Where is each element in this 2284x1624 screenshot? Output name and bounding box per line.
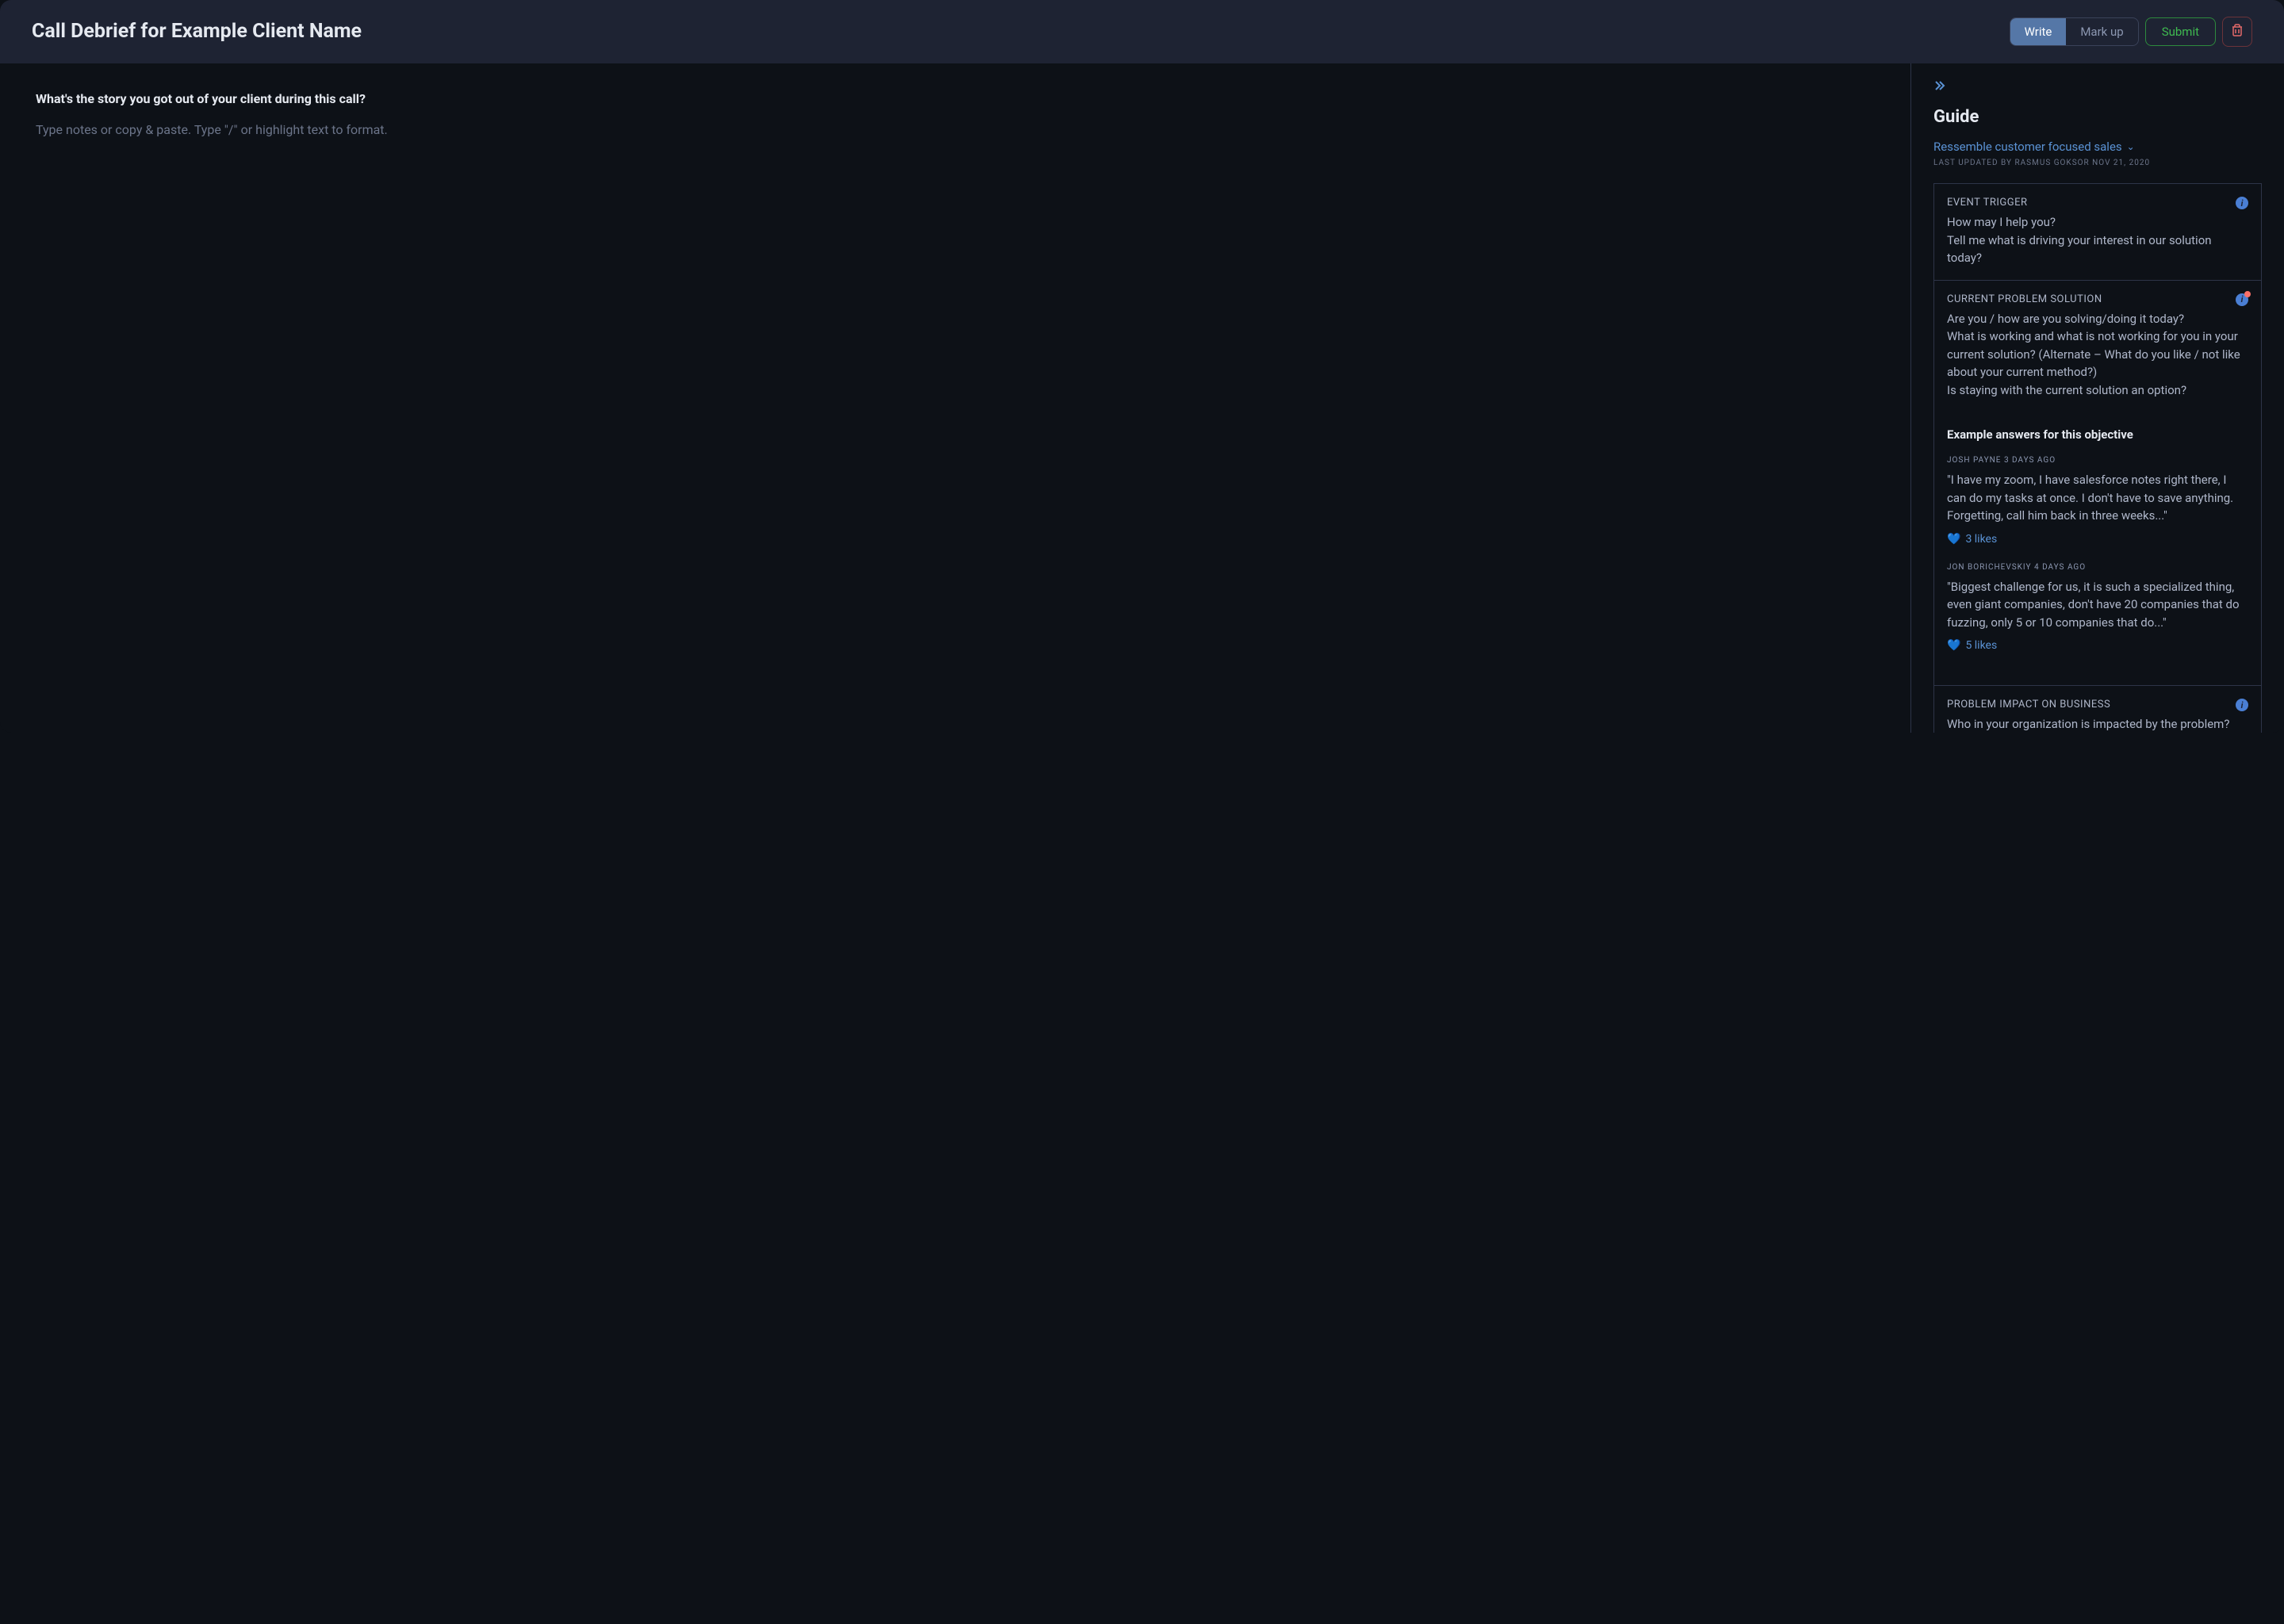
examples-section: Example answers for this objective JOSH … <box>1933 412 2262 685</box>
editor-prompt: What's the story you got out of your cli… <box>36 91 1875 106</box>
tab-markup[interactable]: Mark up <box>2066 18 2137 45</box>
trash-icon <box>2231 24 2244 40</box>
card-text: Tell me what is driving your interest in… <box>1947 232 2248 267</box>
card-label: CURRENT PROBLEM SOLUTION <box>1947 293 2248 305</box>
card-text: Are you / how are you solving/doing it t… <box>1947 310 2248 328</box>
header-actions: Write Mark up Submit <box>2010 17 2252 47</box>
app-container: Call Debrief for Example Client Name Wri… <box>0 0 2284 733</box>
example-item: JOSH PAYNE 3 DAYS AGO "I have my zoom, I… <box>1947 456 2248 546</box>
guide-card-problem-impact[interactable]: PROBLEM IMPACT ON BUSINESS Who in your o… <box>1933 685 2262 733</box>
example-meta: JON BORICHEVSKIY 4 DAYS AGO <box>1947 563 2248 572</box>
card-text: Who in your organization is impacted by … <box>1947 715 2248 733</box>
card-label: EVENT TRIGGER <box>1947 197 2248 209</box>
guide-panel: Guide Ressemble customer focused sales ⌄… <box>1911 63 2284 733</box>
example-quote: "Biggest challenge for us, it is such a … <box>1947 578 2248 632</box>
card-label: PROBLEM IMPACT ON BUSINESS <box>1947 699 2248 710</box>
editor-area[interactable]: Type notes or copy & paste. Type "/" or … <box>36 122 1875 137</box>
submit-button[interactable]: Submit <box>2145 17 2216 46</box>
guide-meta: LAST UPDATED BY RASMUS GOKSOR NOV 21, 20… <box>1933 159 2262 167</box>
example-meta: JOSH PAYNE 3 DAYS AGO <box>1947 456 2248 465</box>
tab-group: Write Mark up <box>2010 17 2139 46</box>
likes-button[interactable]: 💙 5 likes <box>1947 639 2248 652</box>
guide-link-label: Ressemble customer focused sales <box>1933 140 2122 154</box>
card-text: How may I help you? <box>1947 213 2248 232</box>
likes-count: 3 likes <box>1965 533 1997 546</box>
card-text: Is staying with the current solution an … <box>1947 381 2248 400</box>
page-title: Call Debrief for Example Client Name <box>32 20 362 43</box>
examples-title: Example answers for this objective <box>1947 427 2248 442</box>
expand-icon[interactable] <box>1933 79 2262 96</box>
heart-icon: 💙 <box>1947 533 1960 546</box>
guide-sales-link[interactable]: Ressemble customer focused sales ⌄ <box>1933 140 2262 154</box>
heart-icon: 💙 <box>1947 639 1960 652</box>
example-item: JON BORICHEVSKIY 4 DAYS AGO "Biggest cha… <box>1947 563 2248 653</box>
main-content: What's the story you got out of your cli… <box>0 63 2284 733</box>
likes-count: 5 likes <box>1965 639 1997 652</box>
header: Call Debrief for Example Client Name Wri… <box>0 0 2284 63</box>
info-icon[interactable]: i <box>2236 197 2248 209</box>
guide-card-event-trigger[interactable]: EVENT TRIGGER How may I help you? Tell m… <box>1933 183 2262 280</box>
tab-write[interactable]: Write <box>2010 18 2067 45</box>
info-icon[interactable]: i <box>2236 293 2248 306</box>
card-text: What is working and what is not working … <box>1947 327 2248 381</box>
guide-card-current-problem[interactable]: CURRENT PROBLEM SOLUTION Are you / how a… <box>1933 280 2262 412</box>
editor-panel: What's the story you got out of your cli… <box>0 63 1911 733</box>
delete-button[interactable] <box>2222 17 2252 47</box>
example-quote: "I have my zoom, I have salesforce notes… <box>1947 471 2248 525</box>
info-icon[interactable]: i <box>2236 699 2248 711</box>
likes-button[interactable]: 💙 3 likes <box>1947 533 2248 546</box>
guide-title: Guide <box>1933 107 2262 127</box>
chevron-down-icon: ⌄ <box>2127 141 2135 152</box>
